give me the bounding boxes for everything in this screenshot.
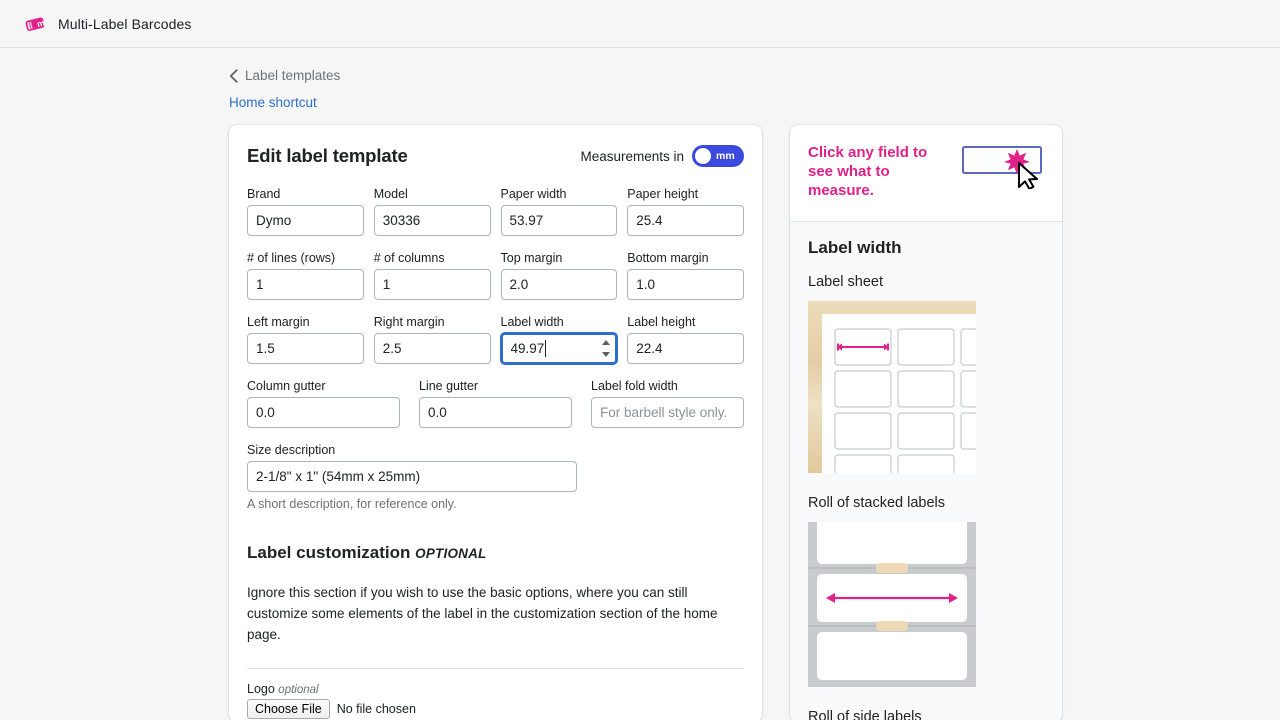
hint-demo-svg bbox=[962, 146, 1042, 189]
field-label-fold-width: Label fold width bbox=[591, 379, 744, 428]
home-shortcut-link[interactable]: Home shortcut bbox=[229, 95, 317, 110]
field-brand: Brand bbox=[247, 187, 364, 236]
label-paper-width: Paper width bbox=[500, 187, 567, 201]
measurements-control: Measurements in mm bbox=[580, 145, 744, 167]
label-right-margin: Right margin bbox=[373, 315, 445, 329]
field-paper-width: Paper width bbox=[500, 187, 618, 236]
label-customization-heading-text: Label customization bbox=[247, 543, 411, 562]
label-label-height: Label height bbox=[627, 315, 696, 329]
stepper-down-icon[interactable] bbox=[601, 352, 610, 357]
bottom-margin-input[interactable] bbox=[627, 269, 744, 300]
edit-label-template-card: Edit label template Measurements in mm B… bbox=[229, 125, 762, 720]
left-margin-input[interactable] bbox=[247, 333, 364, 364]
label-width-stepper[interactable] bbox=[601, 340, 610, 357]
field-right-margin: Right margin bbox=[373, 315, 491, 364]
diagram-title-roll-side: Roll of side labels bbox=[808, 708, 922, 720]
label-column-gutter: Column gutter bbox=[247, 379, 326, 393]
breadcrumb[interactable]: Label templates bbox=[0, 48, 1280, 83]
label-lines-rows: # of lines (rows) bbox=[247, 251, 336, 265]
label-height-input[interactable] bbox=[627, 333, 744, 364]
form-row-2: # of lines (rows) # of columns Top margi… bbox=[247, 251, 744, 300]
card-header: Edit label template Measurements in mm bbox=[247, 145, 744, 167]
page-body: Label templates Home shortcut Edit label… bbox=[0, 48, 1280, 720]
label-size-description: Size description bbox=[247, 443, 336, 457]
logo-optional-tag: optional bbox=[278, 683, 319, 696]
label-fold-width-input[interactable] bbox=[591, 397, 744, 428]
diagram-title-label-sheet: Label sheet bbox=[808, 273, 883, 290]
field-model: Model bbox=[373, 187, 491, 236]
field-bottom-margin: Bottom margin bbox=[627, 251, 744, 300]
paper-height-input[interactable] bbox=[627, 205, 744, 236]
label-label-fold-width: Label fold width bbox=[591, 379, 678, 393]
brand-input[interactable] bbox=[247, 205, 364, 236]
field-left-margin: Left margin bbox=[247, 315, 364, 364]
choose-file-button[interactable]: Choose File bbox=[247, 698, 330, 719]
label-model: Model bbox=[373, 187, 408, 201]
roll-stacked-diagram bbox=[808, 521, 976, 687]
measurement-unit-toggle[interactable]: mm bbox=[692, 145, 744, 167]
right-margin-input[interactable] bbox=[373, 333, 491, 364]
measure-title: Label width bbox=[808, 237, 902, 257]
label-left-margin: Left margin bbox=[247, 315, 310, 329]
paper-width-input[interactable] bbox=[500, 205, 618, 236]
multi-label-barcodes-logo-icon: m bbox=[25, 17, 46, 31]
field-column-gutter: Column gutter bbox=[247, 379, 400, 428]
label-columns: # of columns bbox=[373, 251, 445, 265]
form-row-3: Left margin Right margin Label width bbox=[247, 315, 744, 364]
diagram-title-roll-stacked: Roll of stacked labels bbox=[808, 494, 946, 511]
app-header: m Multi-Label Barcodes bbox=[0, 0, 1280, 48]
field-size-description: Size description A short description, fo… bbox=[247, 443, 744, 511]
toggle-unit-label: mm bbox=[716, 150, 735, 162]
measurement-help-panel: Click any field to see what to measure. … bbox=[790, 125, 1062, 720]
toggle-knob bbox=[695, 148, 711, 164]
label-sheet-diagram bbox=[808, 300, 976, 473]
click-field-hint-text: Click any field to see what to measure. bbox=[808, 144, 928, 200]
label-customization-heading: Label customization OPTIONAL bbox=[247, 543, 744, 563]
content-columns: Edit label template Measurements in mm B… bbox=[0, 112, 1280, 720]
label-customization-optional-tag: OPTIONAL bbox=[415, 546, 487, 561]
field-paper-height: Paper height bbox=[627, 187, 744, 236]
line-gutter-input[interactable] bbox=[419, 397, 572, 428]
label-paper-height: Paper height bbox=[627, 187, 699, 201]
form-row-gutters: Column gutter Line gutter Label fold wid… bbox=[247, 379, 744, 428]
label-label-width: Label width bbox=[500, 315, 564, 329]
logo-file-row: Choose File No file chosen bbox=[247, 698, 744, 719]
label-line-gutter: Line gutter bbox=[419, 379, 479, 393]
section-divider bbox=[247, 667, 744, 669]
model-input[interactable] bbox=[373, 205, 491, 236]
svg-text:m: m bbox=[36, 17, 46, 29]
stepper-up-icon[interactable] bbox=[601, 340, 610, 345]
form-row-1: Brand Model Paper width Paper height bbox=[247, 187, 744, 236]
text-caret bbox=[544, 340, 546, 357]
size-description-input[interactable] bbox=[247, 461, 577, 492]
lines-rows-input[interactable] bbox=[247, 269, 364, 300]
columns-input[interactable] bbox=[373, 269, 491, 300]
click-field-hint: Click any field to see what to measure. bbox=[790, 125, 1062, 222]
field-lines-rows: # of lines (rows) bbox=[247, 251, 364, 300]
label-brand: Brand bbox=[247, 187, 281, 201]
size-description-help: A short description, for reference only. bbox=[247, 497, 457, 511]
column-gutter-input[interactable] bbox=[247, 397, 400, 428]
label-bottom-margin: Bottom margin bbox=[627, 251, 709, 265]
field-label-height: Label height bbox=[627, 315, 744, 364]
app-title: Multi-Label Barcodes bbox=[58, 15, 192, 32]
label-top-margin: Top margin bbox=[500, 251, 563, 265]
logo-label-text: Logo bbox=[247, 681, 275, 696]
chevron-left-icon bbox=[229, 68, 238, 83]
measurements-label: Measurements in bbox=[580, 148, 684, 164]
field-label-width: Label width bbox=[500, 315, 618, 364]
field-top-margin: Top margin bbox=[500, 251, 618, 300]
logo-file-status: No file chosen bbox=[336, 701, 416, 716]
breadcrumb-label: Label templates bbox=[245, 68, 341, 83]
label-customization-body: Ignore this section if you wish to use t… bbox=[247, 585, 718, 642]
page-title: Edit label template bbox=[247, 145, 408, 166]
field-line-gutter: Line gutter bbox=[419, 379, 572, 428]
measurement-diagrams: Label width Label sheet Roll of stacked … bbox=[790, 221, 1062, 720]
logo-upload-label: Logo optional bbox=[247, 682, 744, 696]
hint-demo-graphic bbox=[962, 143, 1046, 189]
label-width-control bbox=[500, 333, 618, 364]
label-width-input[interactable] bbox=[500, 333, 618, 364]
field-columns: # of columns bbox=[373, 251, 491, 300]
top-margin-input[interactable] bbox=[500, 269, 618, 300]
